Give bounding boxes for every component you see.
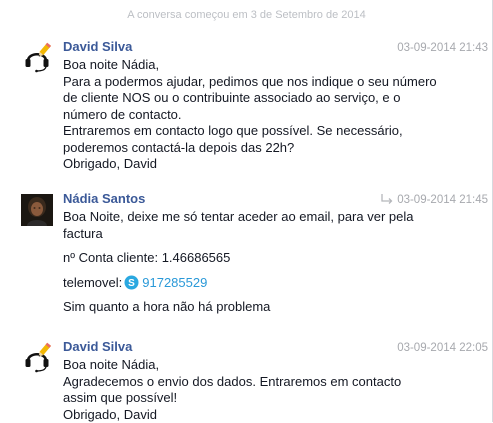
message-line: Agradecemos o envio dos dados. Entraremo… xyxy=(63,374,463,391)
message-line: Boa noite Nádia, xyxy=(63,357,463,374)
svg-text:S: S xyxy=(128,278,135,289)
sender-name[interactable]: David Silva xyxy=(63,339,132,355)
message-line: assim que possível! xyxy=(63,390,463,407)
message-line: número de contacto. xyxy=(63,107,463,124)
headset-pencil-icon[interactable] xyxy=(21,342,53,374)
message-line: factura xyxy=(63,226,463,243)
message-line: Sim quanto a hora não há problema xyxy=(63,299,463,316)
phone-number-link[interactable]: 917285529 xyxy=(142,275,207,290)
message-timestamp: 03-09-2014 22:05 xyxy=(397,340,488,356)
user-photo[interactable] xyxy=(21,194,53,226)
message-line: Obrigado, David xyxy=(63,156,463,173)
message-line: de cliente NOS ou o contribuinte associa… xyxy=(63,90,463,107)
message-body: Boa Noite, deixe me só tentar aceder ao … xyxy=(63,209,463,316)
message-line: Obrigado, David xyxy=(63,407,463,423)
reply-arrow-icon xyxy=(381,193,394,204)
message-timestamp-with-reply: 03-09-2014 21:45 xyxy=(381,192,488,208)
message-line: Entraremos em contacto logo que possível… xyxy=(63,123,463,140)
message-timestamp: 03-09-2014 21:43 xyxy=(397,40,488,56)
message-body: Boa noite Nádia, Para a podermos ajudar,… xyxy=(63,57,463,173)
skype-icon[interactable]: S xyxy=(124,275,139,290)
message-timestamp: 03-09-2014 21:45 xyxy=(397,194,488,206)
message-line: nº Conta cliente: 1.46686565 xyxy=(63,250,463,267)
phone-label: telemovel: xyxy=(63,275,122,290)
conversation-start-label: A conversa começou em 3 de Setembro de 2… xyxy=(0,9,493,21)
message-body: Boa noite Nádia, Agradecemos o envio dos… xyxy=(63,357,463,423)
sender-name[interactable]: David Silva xyxy=(63,39,132,55)
sender-name[interactable]: Nádia Santos xyxy=(63,191,145,207)
phone-line: telemovel: S 917285529 xyxy=(63,275,463,292)
message-line: Boa noite Nádia, xyxy=(63,57,463,74)
headset-pencil-icon[interactable] xyxy=(21,42,53,74)
message-line: Boa Noite, deixe me só tentar aceder ao … xyxy=(63,209,463,226)
message-line: poderemos contactá-la depois das 22h? xyxy=(63,140,463,157)
message-line: Para a podermos ajudar, pedimos que nos … xyxy=(63,74,463,91)
